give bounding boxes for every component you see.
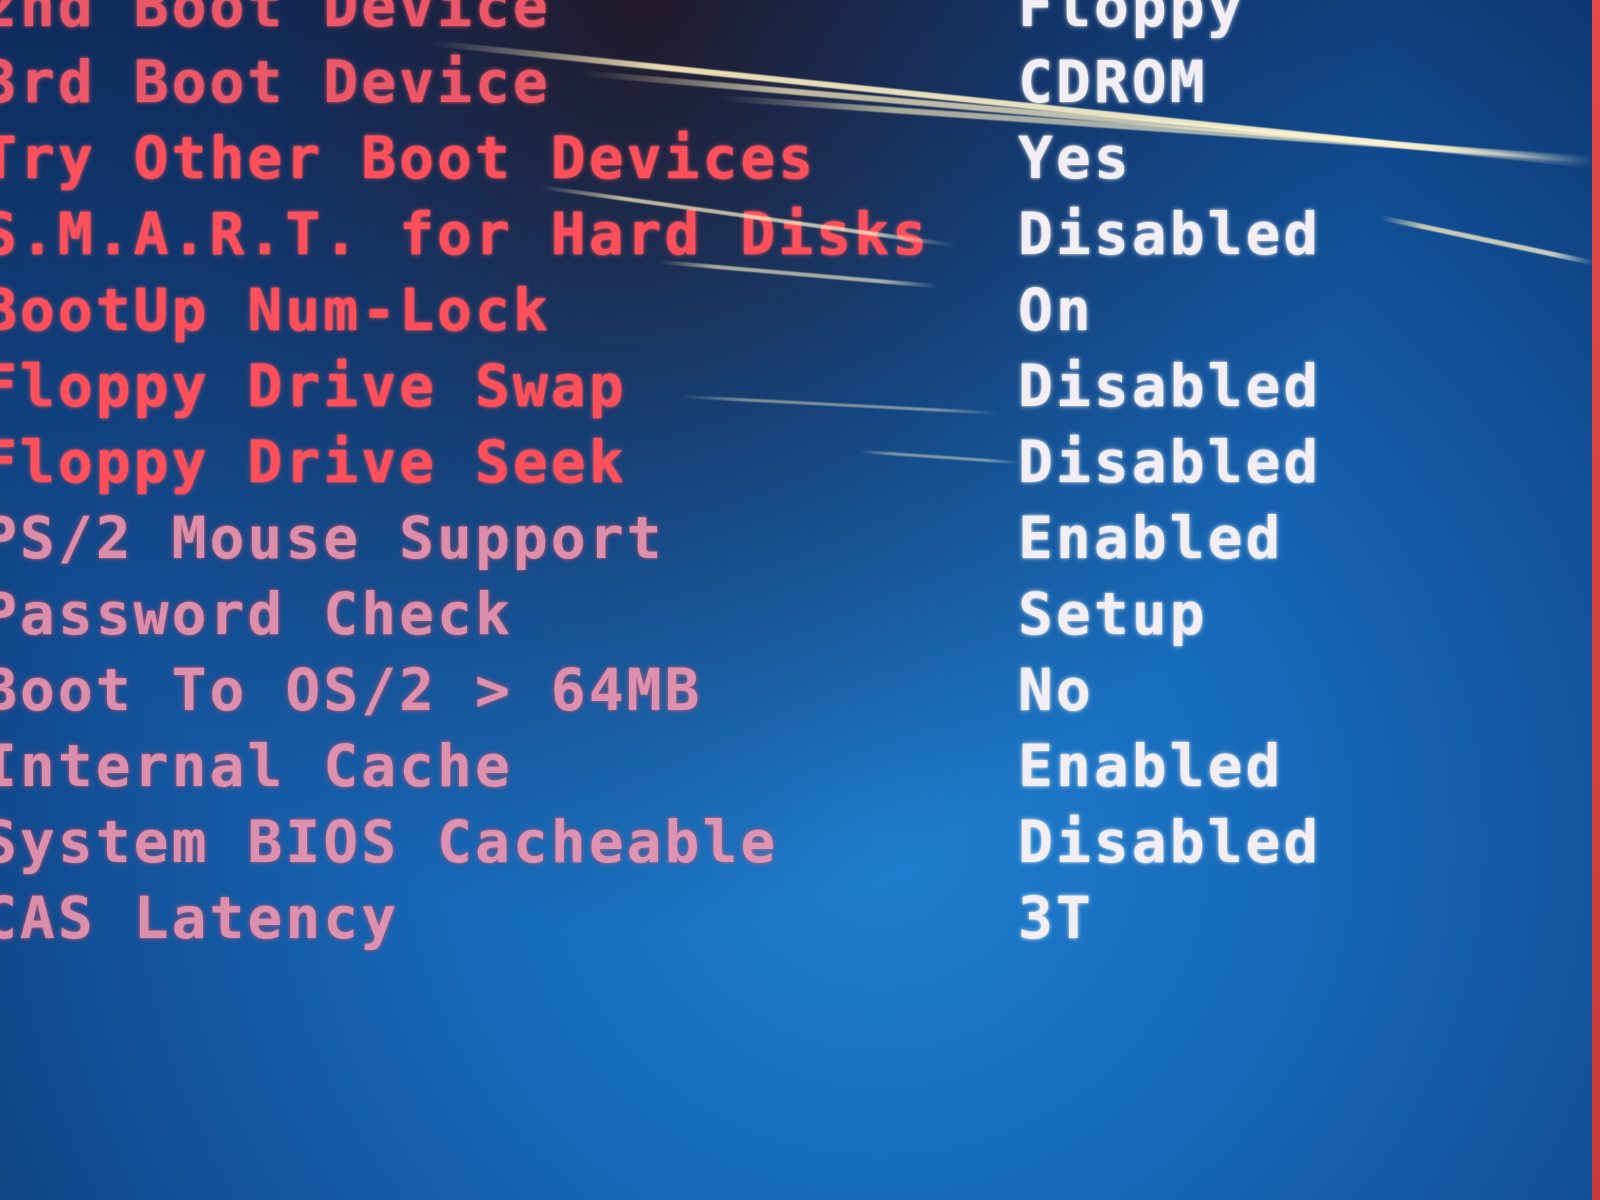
setting-label: PS/2 Mouse Support	[0, 504, 665, 572]
setting-value[interactable]: Disabled	[1018, 428, 1321, 496]
setting-label: System BIOS Cacheable	[0, 808, 779, 876]
setting-row-3rd-boot-device[interactable]: 3rd Boot Device CDROM	[0, 48, 1560, 124]
setting-row-2nd-boot-device[interactable]: 2nd Boot Device Floppy	[0, 0, 1560, 48]
setting-value[interactable]: Yes	[1018, 124, 1132, 192]
setting-value[interactable]: Floppy	[1018, 0, 1246, 40]
bios-setup-screen: 2nd Boot Device Floppy 3rd Boot Device C…	[0, 0, 1600, 1200]
setting-label: S.M.A.R.T. for Hard Disks	[0, 200, 930, 268]
setting-row-bootup-num-lock[interactable]: BootUp Num-Lock On	[0, 276, 1560, 352]
setting-value[interactable]: Setup	[1018, 580, 1208, 648]
setting-label: Try Other Boot Devices	[0, 124, 817, 192]
setting-value[interactable]: Enabled	[1018, 504, 1283, 572]
setting-label: Floppy Drive Seek	[0, 428, 627, 496]
setting-label: Floppy Drive Swap	[0, 352, 627, 420]
bios-settings-list: 2nd Boot Device Floppy 3rd Boot Device C…	[0, 0, 1560, 960]
setting-label: BootUp Num-Lock	[0, 276, 551, 344]
setting-row-system-bios-cacheable[interactable]: System BIOS Cacheable Disabled	[0, 808, 1560, 884]
setting-row-floppy-drive-seek[interactable]: Floppy Drive Seek Disabled	[0, 428, 1560, 504]
setting-row-password-check[interactable]: Password Check Setup	[0, 580, 1560, 656]
setting-row-floppy-drive-swap[interactable]: Floppy Drive Swap Disabled	[0, 352, 1560, 428]
setting-value[interactable]: Disabled	[1018, 200, 1321, 268]
setting-value[interactable]: Disabled	[1018, 808, 1321, 876]
setting-label: 3rd Boot Device	[0, 48, 551, 116]
setting-row-ps2-mouse-support[interactable]: PS/2 Mouse Support Enabled	[0, 504, 1560, 580]
setting-label: Boot To OS/2 > 64MB	[0, 656, 703, 724]
setting-value[interactable]: No	[1018, 656, 1094, 724]
setting-label: CAS Latency	[0, 884, 400, 952]
setting-label: Password Check	[0, 580, 513, 648]
setting-label: Internal Cache	[0, 732, 513, 800]
setting-row-internal-cache[interactable]: Internal Cache Enabled	[0, 732, 1560, 808]
setting-row-boot-to-os2[interactable]: Boot To OS/2 > 64MB No	[0, 656, 1560, 732]
setting-label: 2nd Boot Device	[0, 0, 551, 40]
setting-value[interactable]: 3T	[1018, 884, 1094, 952]
setting-value[interactable]: On	[1018, 276, 1094, 344]
screen-bezel-edge	[1592, 0, 1600, 1200]
setting-value[interactable]: Disabled	[1018, 352, 1321, 420]
setting-row-smart-hard-disks[interactable]: S.M.A.R.T. for Hard Disks Disabled	[0, 200, 1560, 276]
setting-value[interactable]: Enabled	[1018, 732, 1283, 800]
setting-row-cas-latency[interactable]: CAS Latency 3T	[0, 884, 1560, 960]
